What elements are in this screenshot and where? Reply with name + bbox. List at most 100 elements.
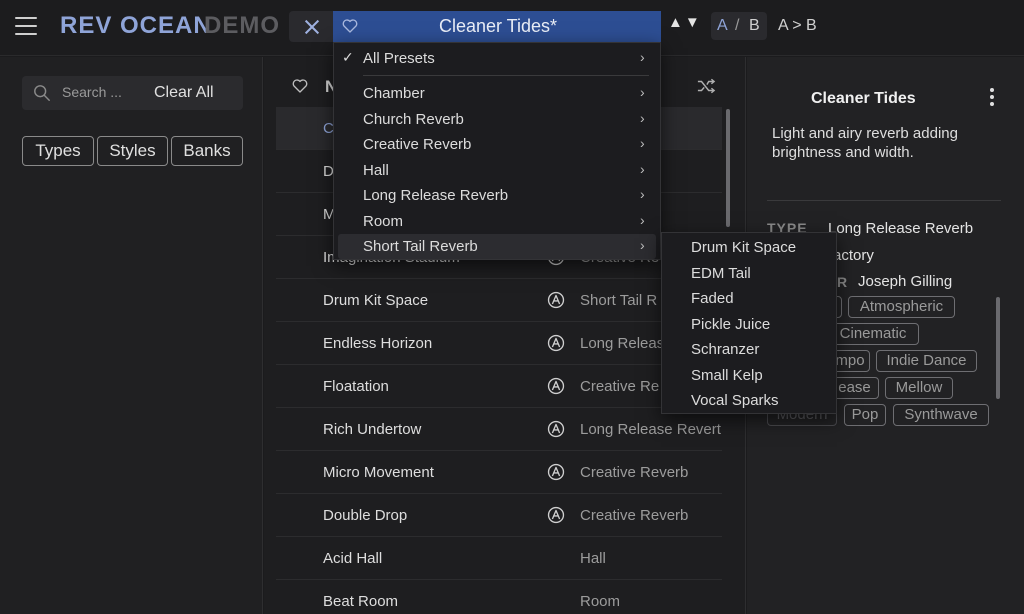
submenu-item-label: Small Kelp bbox=[691, 367, 763, 384]
table-row[interactable]: Floatation Creative Re bbox=[276, 365, 722, 408]
ab-separator: / bbox=[735, 17, 740, 34]
filter-styles-button[interactable]: Styles bbox=[97, 136, 168, 166]
submenu-item[interactable]: Vocal Sparks bbox=[662, 388, 836, 413]
search-input[interactable] bbox=[62, 84, 144, 100]
menu-item-label: Creative Reverb bbox=[363, 136, 472, 153]
chevron-right-icon: › bbox=[640, 186, 645, 202]
chevron-right-icon: › bbox=[640, 135, 645, 151]
menu-item-room[interactable]: Room › bbox=[338, 209, 656, 234]
copy-a-to-b-button[interactable]: A > B bbox=[778, 17, 817, 35]
submenu-item[interactable]: Drum Kit Space bbox=[662, 235, 836, 260]
details-title: Cleaner Tides bbox=[811, 90, 916, 107]
tag-chip[interactable]: Mellow bbox=[885, 377, 953, 399]
menu-item-label: All Presets bbox=[363, 50, 435, 67]
table-row[interactable]: Rich Undertow Long Release Revert bbox=[276, 408, 722, 451]
chevron-right-icon: › bbox=[640, 161, 645, 177]
check-icon: ✓ bbox=[342, 49, 354, 65]
submenu-item[interactable]: Faded bbox=[662, 286, 836, 311]
submenu-item[interactable]: Pickle Juice bbox=[662, 312, 836, 337]
submenu-item[interactable]: Small Kelp bbox=[662, 363, 836, 388]
chevron-right-icon: › bbox=[640, 110, 645, 126]
preset-type-cell: Long Release Revert bbox=[580, 421, 721, 438]
filter-types-button[interactable]: Types bbox=[22, 136, 94, 166]
filter-panel: Clear All Types Styles Banks bbox=[0, 57, 263, 614]
menu-item-long-release-reverb[interactable]: Long Release Reverb › bbox=[338, 183, 656, 208]
menu-item-label: Long Release Reverb bbox=[363, 187, 509, 204]
menu-item-label: Church Reverb bbox=[363, 111, 464, 128]
menu-item-label: Hall bbox=[363, 162, 389, 179]
preset-name: Cleaner Tides* bbox=[438, 16, 558, 36]
tag-chip[interactable]: Indie Dance bbox=[876, 350, 977, 372]
menu-item-short-tail-reverb[interactable]: Short Tail Reverb › bbox=[338, 234, 656, 259]
preset-prev-next-arrows[interactable]: ▲▼ bbox=[668, 14, 702, 40]
arturia-a-icon bbox=[547, 463, 565, 481]
heart-icon[interactable] bbox=[341, 17, 359, 35]
arturia-a-icon bbox=[547, 291, 565, 309]
tag-chip[interactable]: Cinematic bbox=[827, 323, 919, 345]
preset-name-cell: Rich Undertow bbox=[323, 421, 422, 438]
arturia-a-icon bbox=[547, 377, 565, 395]
submenu-item-label: Schranzer bbox=[691, 341, 760, 358]
preset-type-cell: Hall bbox=[580, 550, 606, 567]
menu-item-label: Short Tail Reverb bbox=[363, 238, 478, 255]
table-row[interactable]: Beat Room Room bbox=[276, 580, 722, 614]
menu-item-church-reverb[interactable]: Church Reverb › bbox=[338, 107, 656, 132]
chevron-right-icon: › bbox=[640, 212, 645, 228]
preset-name-cell: Beat Room bbox=[323, 593, 399, 610]
arturia-a-icon bbox=[547, 334, 565, 352]
chevron-right-icon: › bbox=[640, 84, 645, 100]
designer-label: R bbox=[837, 274, 849, 290]
preset-name-cell: Double Drop bbox=[323, 507, 408, 524]
menu-item-creative-reverb[interactable]: Creative Reverb › bbox=[338, 132, 656, 157]
preset-name-cell: Acid Hall bbox=[323, 550, 383, 567]
chevron-right-icon: › bbox=[640, 237, 645, 253]
ab-b-button[interactable]: B bbox=[749, 17, 760, 35]
preset-name-cell: Drum Kit Space bbox=[323, 292, 429, 309]
details-scrollbar[interactable] bbox=[996, 297, 1000, 399]
menu-divider bbox=[363, 75, 649, 76]
preset-type-cell: Room bbox=[580, 593, 621, 610]
details-description: Light and airy reverb adding brightness … bbox=[772, 125, 958, 161]
list-scrollbar[interactable] bbox=[726, 109, 730, 227]
preset-type-cell: Creative Reverb bbox=[580, 464, 689, 481]
tag-chip[interactable]: Pop bbox=[844, 404, 886, 426]
designer-value: Joseph Gilling bbox=[858, 273, 953, 290]
preset-selector[interactable]: Cleaner Tides* bbox=[333, 11, 661, 42]
table-row[interactable]: Double Drop Creative Reverb bbox=[276, 494, 722, 537]
submenu-item-label: EDM Tail bbox=[691, 265, 751, 282]
short-tail-reverb-submenu: Drum Kit Space EDM Tail Faded Pickle Jui… bbox=[661, 232, 837, 414]
chevron-right-icon: › bbox=[640, 49, 645, 65]
search-icon bbox=[34, 85, 50, 101]
details-divider bbox=[767, 200, 1001, 201]
shuffle-icon[interactable] bbox=[696, 77, 716, 95]
tag-chip[interactable]: Atmospheric bbox=[848, 296, 955, 318]
preset-name-cell: Floatation bbox=[323, 378, 389, 395]
ab-a-button[interactable]: A bbox=[717, 17, 728, 35]
table-row[interactable]: Endless Horizon Long Releas bbox=[276, 322, 722, 365]
table-row[interactable]: Acid Hall Hall bbox=[276, 537, 722, 580]
submenu-item-label: Vocal Sparks bbox=[691, 392, 779, 409]
table-row[interactable]: Micro Movement Creative Reverb bbox=[276, 451, 722, 494]
close-icon[interactable] bbox=[289, 11, 333, 42]
filter-banks-button[interactable]: Banks bbox=[171, 136, 243, 166]
submenu-item[interactable]: EDM Tail bbox=[662, 261, 836, 286]
submenu-item[interactable]: Schranzer bbox=[662, 337, 836, 362]
preset-type-menu: ✓ All Presets › Chamber › Church Reverb … bbox=[333, 42, 661, 260]
arturia-a-icon bbox=[547, 420, 565, 438]
heart-icon[interactable] bbox=[291, 77, 309, 95]
preset-name-cell: Endless Horizon bbox=[323, 335, 433, 352]
menu-item-all-presets[interactable]: ✓ All Presets › bbox=[338, 46, 656, 71]
menu-item-label: Room bbox=[363, 213, 404, 230]
search-box: Clear All bbox=[22, 76, 243, 110]
kebab-menu-icon[interactable] bbox=[989, 88, 995, 108]
clear-all-button[interactable]: Clear All bbox=[154, 84, 214, 102]
hamburger-icon[interactable] bbox=[15, 17, 37, 35]
preset-name-cell: Micro Movement bbox=[323, 464, 434, 481]
tag-chip[interactable]: ease bbox=[830, 377, 879, 399]
arturia-a-icon bbox=[547, 506, 565, 524]
demo-label: DEMO bbox=[204, 12, 280, 39]
table-row[interactable]: Drum Kit Space Short Tail R bbox=[276, 279, 722, 322]
menu-item-hall[interactable]: Hall › bbox=[338, 158, 656, 183]
tag-chip[interactable]: Synthwave bbox=[893, 404, 989, 426]
menu-item-chamber[interactable]: Chamber › bbox=[338, 81, 656, 106]
